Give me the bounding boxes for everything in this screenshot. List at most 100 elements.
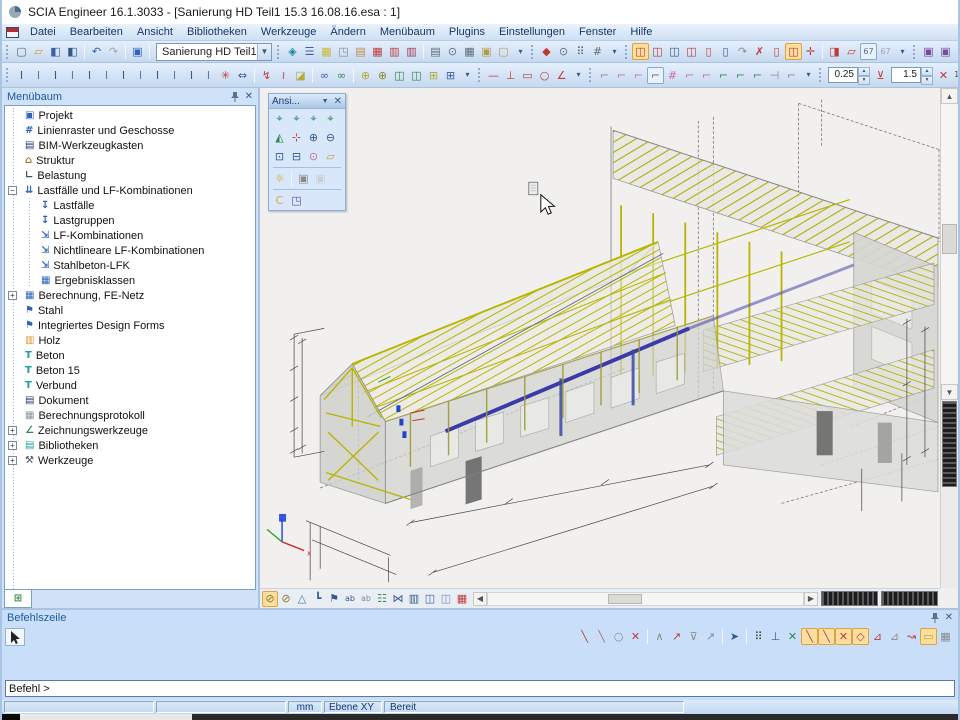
- ausrichten-icon[interactable]: ⊞: [442, 67, 459, 84]
- punktraster-icon[interactable]: ⠿: [750, 628, 767, 645]
- horizontal-pan-bar-1[interactable]: [821, 591, 878, 606]
- projekt-fenster-icon[interactable]: ▣: [129, 43, 146, 60]
- tree-tab[interactable]: ⊞: [4, 590, 32, 608]
- pfeil-grau-icon[interactable]: ↗: [702, 628, 719, 645]
- menu-item-10[interactable]: Hilfe: [623, 25, 659, 39]
- sichtbarkeit-icon[interactable]: ◈: [284, 43, 301, 60]
- querschnitt-1-icon[interactable]: I: [13, 67, 30, 84]
- drucken-icon[interactable]: ▤: [427, 43, 444, 60]
- expand-box-icon[interactable]: +: [8, 291, 17, 300]
- spinner-down-icon[interactable]: ▼: [921, 76, 933, 85]
- model-3d[interactable]: x: [260, 88, 940, 588]
- toolbar-optionen-icon[interactable]: ▾: [570, 67, 587, 84]
- fang-punkt-icon[interactable]: ◇: [852, 628, 869, 645]
- querschnitt-3-icon[interactable]: I: [47, 67, 64, 84]
- tree-item-ergebnisklassen[interactable]: ▦Ergebnisklassen: [5, 273, 255, 288]
- linie-zeichnen-1-icon[interactable]: ╲: [576, 628, 593, 645]
- project-combo[interactable]: Sanierung HD Teil1 ▼: [156, 43, 272, 61]
- tree-item-stahlbeton-lfk[interactable]: ⇲Stahlbeton-LFK: [5, 258, 255, 273]
- toolbar-grip[interactable]: [819, 68, 824, 82]
- fang-endpunkt-icon[interactable]: ╲: [801, 628, 818, 645]
- eckpunkt-fangen-icon[interactable]: ◆: [538, 43, 555, 60]
- tree-item-lastfälle-und-lf-kombinationen[interactable]: −⇊Lastfälle und LF-Kombinationen: [5, 183, 255, 198]
- toolbar-grip[interactable]: [6, 45, 11, 59]
- stab-ausschneiden-icon[interactable]: ✗: [751, 43, 768, 60]
- maß-kette-icon[interactable]: ▭: [519, 67, 536, 84]
- tabelle-blau-2-icon[interactable]: ◫: [438, 591, 454, 607]
- rechner-icon[interactable]: ▦: [461, 43, 478, 60]
- tree-item-linienraster-und-geschosse[interactable]: #Linienraster und Geschosse: [5, 123, 255, 138]
- menu-item-1[interactable]: Bearbeiten: [63, 25, 130, 39]
- verschieben-icon[interactable]: ⊕: [357, 67, 374, 84]
- querschnitt-6-icon[interactable]: I: [98, 67, 115, 84]
- ansicht-z-icon[interactable]: ⌖: [305, 110, 322, 127]
- ecke-7-icon[interactable]: ⌐: [715, 67, 732, 84]
- flächenkanten-icon[interactable]: △: [294, 591, 310, 607]
- stab-entfernen-icon[interactable]: ▯: [717, 43, 734, 60]
- ebene-gelb-icon[interactable]: ◪: [292, 67, 309, 84]
- pin-icon[interactable]: [930, 612, 940, 623]
- zoom-verkleinern-icon[interactable]: ⊖: [322, 129, 339, 146]
- spinner-down-icon[interactable]: ▼: [858, 76, 870, 85]
- querschnitt-2-icon[interactable]: I: [30, 67, 47, 84]
- close-icon[interactable]: ✕: [334, 96, 342, 107]
- tree-item-beton-15[interactable]: TBeton 15: [5, 363, 255, 378]
- skalieren-rot-icon[interactable]: ✕: [935, 67, 952, 84]
- profile-icon[interactable]: ▥: [406, 591, 422, 607]
- pin-icon[interactable]: [230, 91, 240, 102]
- fang-tangente-icon[interactable]: ⊿: [886, 628, 903, 645]
- gelände-icon[interactable]: ☷: [374, 591, 390, 607]
- toolbar-grip[interactable]: [913, 45, 918, 59]
- maße-ab2-icon[interactable]: ab: [358, 591, 374, 607]
- fang-schnittpunkt-icon[interactable]: ✕: [835, 628, 852, 645]
- cursor-fang-icon[interactable]: ➤: [726, 628, 743, 645]
- ursprung-icon[interactable]: ⊹: [288, 129, 305, 146]
- fang-mittelpunkt-icon[interactable]: ╲: [818, 628, 835, 645]
- zentrieren-icon[interactable]: ✛: [802, 43, 819, 60]
- tree-item-werkzeuge[interactable]: +⚒Werkzeuge: [5, 453, 255, 468]
- stab-drehen-icon[interactable]: ↷: [734, 43, 751, 60]
- pfeil-rot-icon[interactable]: ↗: [668, 628, 685, 645]
- toolbar-grip[interactable]: [6, 68, 11, 82]
- freihand-messen-icon[interactable]: ≀: [275, 67, 292, 84]
- rendern-drahtmodell-icon[interactable]: ⊘: [262, 591, 278, 607]
- block-grün-2-icon[interactable]: ◫: [408, 67, 425, 84]
- toolbar-optionen-icon[interactable]: ▾: [459, 67, 476, 84]
- ecke-10-icon[interactable]: ⌐: [783, 67, 800, 84]
- tree-item-berechnung-fe-netz[interactable]: +▦Berechnung, FE-Netz: [5, 288, 255, 303]
- vertical-scrollbar[interactable]: ▲ ▼: [940, 88, 958, 588]
- menu-item-5[interactable]: Ändern: [323, 25, 372, 39]
- zoom-vergrößern-icon[interactable]: ⊕: [305, 129, 322, 146]
- knoten-paar-blau-icon[interactable]: ∞: [316, 67, 333, 84]
- ecke-8-icon[interactable]: ⌐: [732, 67, 749, 84]
- axonometrie-icon[interactable]: ⌖: [322, 110, 339, 127]
- tree-item-berechnungsprotokoll[interactable]: ▦Berechnungsprotokoll: [5, 408, 255, 423]
- zoom-step-spinner[interactable]: 0.25 ▲▼: [828, 67, 870, 83]
- querschnitt-10-icon[interactable]: I: [166, 67, 183, 84]
- collapse-box-icon[interactable]: −: [8, 186, 17, 195]
- zwischenablage-icon[interactable]: ▤: [352, 43, 369, 60]
- scroll-left-icon[interactable]: ◀: [473, 592, 487, 606]
- fe-raster-icon[interactable]: ▦: [454, 591, 470, 607]
- zoom-fenster-icon[interactable]: ⊡: [271, 148, 288, 165]
- menu-item-7[interactable]: Plugins: [442, 25, 492, 39]
- scroll-up-icon[interactable]: ▲: [941, 88, 958, 104]
- horizontal-pan-bar-2[interactable]: [881, 591, 938, 606]
- tree-item-lastfälle[interactable]: ↧Lastfälle: [5, 198, 255, 213]
- querschnitt-9-icon[interactable]: I: [149, 67, 166, 84]
- ecke-4-icon[interactable]: ⌐: [647, 67, 664, 84]
- toolbar-grip[interactable]: [478, 68, 483, 82]
- rendern-flächen-icon[interactable]: ⊘: [278, 591, 294, 607]
- maßstab-1-8-icon[interactable]: 1.8: [952, 67, 958, 84]
- geschosse-manager-icon[interactable]: ☰: [301, 43, 318, 60]
- zeige-lasten-icon[interactable]: ◫: [683, 43, 700, 60]
- querschnitt-12-icon[interactable]: I: [200, 67, 217, 84]
- menu-item-0[interactable]: Datei: [23, 25, 63, 39]
- fenster-neu-icon[interactable]: ▣: [920, 43, 937, 60]
- tree-item-holz[interactable]: ▥Holz: [5, 333, 255, 348]
- ansicht-ordner-icon[interactable]: ▱: [322, 148, 339, 165]
- ecke-9-icon[interactable]: ⌐: [749, 67, 766, 84]
- neu-icon[interactable]: ▢: [13, 43, 30, 60]
- b-steine-icon[interactable]: C: [271, 192, 288, 209]
- beschriftung-icon[interactable]: ⚑: [326, 591, 342, 607]
